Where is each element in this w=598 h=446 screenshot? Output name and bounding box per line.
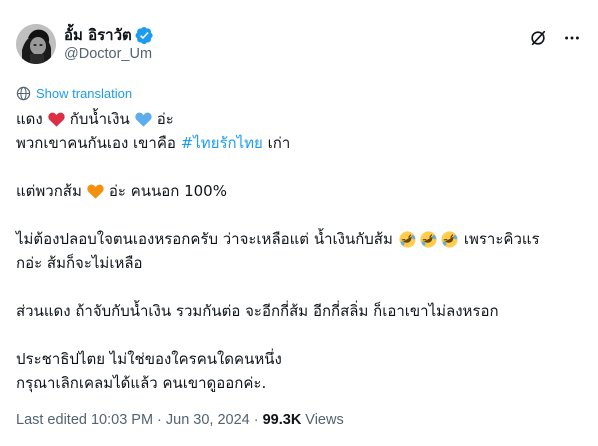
views-count: 99.3K [262, 412, 302, 428]
hashtag-link[interactable]: #ไทยรักไทย [181, 131, 263, 155]
verified-badge-icon[interactable] [135, 26, 154, 45]
meta-separator: · [157, 412, 162, 428]
emoji-group [397, 230, 460, 249]
tweet: อั้ม อิราวัต @Doctor_Um Show translation… [0, 0, 598, 446]
author-names: อั้ม อิราวัต @Doctor_Um [64, 25, 154, 62]
views-label: Views [305, 412, 344, 428]
text-segment: เพราะคิวแร [463, 230, 540, 248]
header-actions [528, 28, 582, 48]
edited-timestamp[interactable]: Last edited 10:03 PM [16, 412, 153, 428]
text-segment: ไม่ต้องปลอบใจตนเองหรอกครับ ว่าจะเหลือแต่… [16, 230, 393, 248]
tweet-header: อั้ม อิราวัต @Doctor_Um [16, 24, 582, 72]
grok-icon[interactable] [528, 28, 548, 48]
rofl-emoji-icon [398, 230, 417, 249]
display-name[interactable]: อั้ม อิราวัต [64, 23, 132, 47]
text-line-6: ส่วนแดง ถ้าจับกับน้ำเงิน รวมกันต่อ จะอีก… [16, 299, 566, 323]
more-icon[interactable] [562, 28, 582, 48]
show-translation-link[interactable]: Show translation [16, 86, 132, 101]
tweet-meta: Last edited 10:03 PM · Jun 30, 2024 · 99… [16, 412, 344, 428]
text-line-3: แต่พวกส้ม อ่ะ คนนอก 100% [16, 179, 566, 203]
tweet-text: แดง กับน้ำเงิน อ่ะ พวกเขาคนกันเอง เขาคือ… [16, 107, 566, 395]
meta-separator: · [253, 412, 259, 428]
orange-heart-icon [86, 182, 105, 201]
text-line-1: แดง กับน้ำเงิน อ่ะ [16, 107, 566, 131]
text-line-2: พวกเขาคนกันเอง เขาคือ #ไทยรักไทย เก่า [16, 131, 566, 155]
red-heart-icon [47, 110, 66, 129]
text-segment: แดง [16, 110, 43, 128]
text-segment: อ่ะ คนนอก 100% [108, 182, 227, 200]
handle[interactable]: @Doctor_Um [64, 46, 154, 62]
text-segment: พวกเขาคนกันเอง เขาคือ [16, 134, 176, 152]
text-segment: กับน้ำเงิน [69, 110, 130, 128]
text-line-4: ไม่ต้องปลอบใจตนเองหรอกครับ ว่าจะเหลือแต่… [16, 227, 566, 251]
globe-icon [16, 86, 31, 101]
text-segment: เก่า [267, 134, 291, 152]
name-row: อั้ม อิราวัต [64, 25, 154, 45]
text-segment: อ่ะ [156, 110, 174, 128]
show-translation-label: Show translation [36, 86, 133, 101]
text-segment: ประชาธิปไตย ไม่ใช่ของใครคนใดคนหนึ่ง [16, 350, 282, 368]
rofl-emoji-icon [419, 230, 438, 249]
text-segment: กรุณาเลิกเคลมได้แล้ว คนเขาดูออกค่ะ. [16, 374, 267, 392]
text-line-5: กอ่ะ ส้มก็จะไม่เหลือ [16, 251, 566, 275]
post-date[interactable]: Jun 30, 2024 [166, 412, 250, 428]
text-segment: กอ่ะ ส้มก็จะไม่เหลือ [16, 254, 143, 272]
text-segment: แต่พวกส้ม [16, 182, 82, 200]
text-segment: ส่วนแดง ถ้าจับกับน้ำเงิน รวมกันต่อ จะอีก… [16, 302, 499, 320]
rofl-emoji-icon [440, 230, 459, 249]
text-line-8: กรุณาเลิกเคลมได้แล้ว คนเขาดูออกค่ะ. [16, 371, 566, 395]
blue-heart-icon [134, 110, 153, 129]
text-line-7: ประชาธิปไตย ไม่ใช่ของใครคนใดคนหนึ่ง [16, 347, 566, 371]
avatar[interactable] [16, 24, 56, 64]
